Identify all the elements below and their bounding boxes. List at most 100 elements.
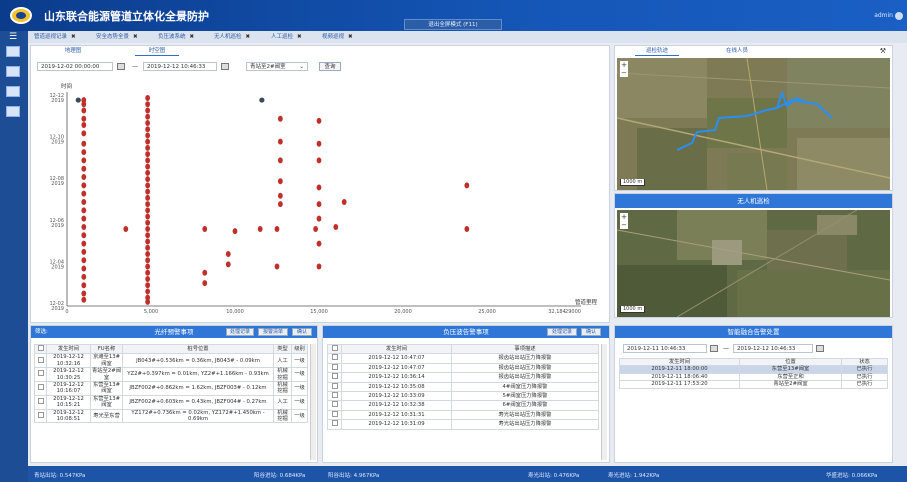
row-checkbox[interactable]	[37, 384, 44, 391]
sidebar-item-screen-icon[interactable]	[6, 66, 20, 77]
close-icon[interactable]: ✖	[133, 34, 138, 40]
table-row[interactable]: 2019-12-12 10:36:14 报齿站出站压力降报警	[327, 372, 599, 383]
data-point	[81, 122, 87, 129]
row-checkbox[interactable]	[331, 420, 338, 427]
scrollbar[interactable]	[601, 344, 607, 460]
row-checkbox[interactable]	[331, 392, 338, 399]
row-checkbox[interactable]	[37, 356, 44, 363]
user-name[interactable]: admin	[874, 12, 893, 19]
row-checkbox[interactable]	[331, 354, 338, 361]
data-point	[145, 251, 151, 257]
table-row[interactable]: 2019-12-12 10:15:21 东营至13#阀室 JBZF002#+0.…	[34, 394, 308, 410]
start-time-input[interactable]: 2019-12-11 10:46:33	[623, 344, 707, 353]
tab-security-overview[interactable]: 安全态势全景 ✖	[96, 33, 138, 42]
x-tick-label: 29000	[565, 309, 581, 315]
uav-map[interactable]: + − 1000 m	[617, 210, 890, 317]
row-checkbox[interactable]	[331, 363, 338, 370]
exit-fullscreen-button[interactable]: 退出全屏模式 (F11)	[404, 19, 502, 30]
row-checkbox[interactable]	[331, 373, 338, 380]
sidebar-item-monitor-icon[interactable]	[6, 46, 20, 57]
tab-patrol-records[interactable]: 管道巡视记录 ✖	[34, 33, 76, 42]
sidebar-item-settings-icon[interactable]	[6, 106, 20, 117]
y-tick-label: 12-10 2019	[49, 135, 64, 146]
close-icon[interactable]: ✖	[348, 34, 353, 40]
row-checkbox[interactable]	[331, 410, 338, 417]
zoom-control[interactable]: + −	[620, 213, 628, 229]
select-all-checkbox[interactable]	[37, 345, 44, 351]
data-point	[145, 194, 151, 201]
end-time-input[interactable]: 2019-12-12 10:46:33	[733, 344, 813, 353]
calendar-icon[interactable]	[117, 63, 125, 70]
data-point	[333, 223, 339, 230]
tab-patrol-track[interactable]: 巡检轨迹	[635, 47, 679, 56]
data-point	[316, 215, 322, 222]
data-point	[145, 219, 151, 226]
data-point	[145, 244, 151, 251]
data-point	[277, 138, 283, 145]
tab-online-personnel[interactable]: 在线人员	[715, 47, 759, 56]
data-point	[81, 190, 87, 197]
segment-select[interactable]: 青站至2#阀室 ⌄	[246, 62, 308, 71]
row-checkbox[interactable]	[37, 398, 44, 405]
table-row[interactable]: 2019-12-12 10:35:08 4#阀室压力降报警	[327, 381, 599, 393]
table-row[interactable]: 2019-12-12 10:32:38 6#阀室压力降报警	[327, 400, 599, 411]
close-icon[interactable]: ✖	[71, 34, 76, 40]
close-icon[interactable]: ✖	[297, 34, 302, 40]
table-row[interactable]: 2019-12-12 10:32:16 京潍至13#阀室 JB043#+0.53…	[34, 353, 308, 369]
data-point	[257, 226, 263, 233]
sidebar-item-report-icon[interactable]	[6, 86, 20, 97]
query-button[interactable]: 查询	[319, 62, 341, 71]
pressure-alert-panel: 负压波告警事项 处理记录 确认 发生时间 事项描述 2019-12-12 10:…	[322, 325, 610, 463]
calendar-icon[interactable]	[221, 63, 229, 70]
data-point	[145, 282, 151, 289]
table-row[interactable]: 2019-12-12 10:33:09 5#阀室压力降报警	[327, 391, 599, 402]
process-records-button[interactable]: 处理记录	[547, 328, 577, 336]
menu-icon[interactable]: ☰	[9, 33, 23, 44]
user-avatar-icon[interactable]	[895, 12, 903, 20]
tab-manual-patrol[interactable]: 人工巡检 ✖	[271, 33, 302, 42]
data-point	[81, 282, 87, 289]
row-checkbox[interactable]	[37, 370, 44, 377]
start-time-input[interactable]: 2019-12-02 00:00:00	[37, 62, 113, 71]
data-point	[274, 226, 280, 233]
confirm-button[interactable]: 确认	[581, 328, 601, 336]
data-point	[81, 182, 87, 189]
process-records-button[interactable]: 处理记录	[226, 328, 254, 336]
zoom-control[interactable]: + −	[620, 61, 628, 77]
wrench-icon[interactable]: ⚒	[880, 47, 886, 55]
table-row[interactable]: 2019-12-12 10:47:07 报齿站出站压力降报警	[327, 353, 599, 364]
data-point	[202, 226, 208, 233]
close-icon[interactable]: ✖	[246, 34, 251, 40]
data-point	[145, 226, 151, 233]
patrol-track-map[interactable]: + − 1000 m	[617, 58, 890, 190]
calendar-icon[interactable]	[816, 345, 824, 352]
alarm-list-button[interactable]: 报警清单	[258, 328, 288, 336]
x-tick-label: 5,000	[144, 309, 158, 315]
y-tick-label: 12-08 2019	[49, 176, 64, 187]
table-row[interactable]: 2019-12-12 10:31:31 寿光站出站压力降报警	[327, 409, 599, 421]
table-row[interactable]: 2019-12-12 10:08:51 寿光至东营 YZ172#+0.736km…	[34, 408, 308, 424]
tab-negative-pressure[interactable]: 负压波系统 ✖	[158, 33, 194, 42]
scrollbar[interactable]	[310, 344, 316, 460]
table-row[interactable]: 2019-12-12 10:16:07 东营至13#阀室 JBZF002#+0.…	[34, 381, 308, 396]
subtab-map[interactable]: 地理图	[51, 47, 95, 56]
calendar-icon[interactable]	[710, 345, 718, 352]
row-checkbox[interactable]	[331, 401, 338, 408]
table-row[interactable]: 2019-12-11 18:06:40 东营至正和 已执行	[619, 372, 888, 382]
close-icon[interactable]: ✖	[190, 34, 195, 40]
table-row[interactable]: 2019-12-12 10:30:25 青站至2#阀室 YZ2#+0.397km…	[34, 367, 308, 383]
table-row[interactable]: 2019-12-12 10:47:07 报齿站出站压力降报警	[327, 362, 599, 374]
table-row[interactable]: 2019-12-12 10:31:09 寿光站出站压力降报警	[327, 419, 599, 430]
data-point	[277, 157, 283, 164]
confirm-button[interactable]: 确认	[292, 328, 312, 336]
tab-uav-patrol[interactable]: 无人机巡检 ✖	[214, 33, 250, 42]
row-checkbox[interactable]	[37, 411, 44, 418]
table-row[interactable]: 2019-12-11 18:00:00 东营至13#阀室 已执行	[619, 365, 888, 374]
subtab-spacetime[interactable]: 时空图	[135, 47, 179, 56]
table-row[interactable]: 2019-12-11 17:53:20 青站至2#阀室 已执行	[619, 380, 888, 389]
end-time-input[interactable]: 2019-12-12 10:46:33	[143, 62, 217, 71]
tab-video-patrol[interactable]: 视频巡视 ✖	[322, 33, 353, 42]
data-point	[274, 263, 280, 270]
select-all-checkbox[interactable]	[331, 345, 338, 351]
row-checkbox[interactable]	[331, 382, 338, 389]
